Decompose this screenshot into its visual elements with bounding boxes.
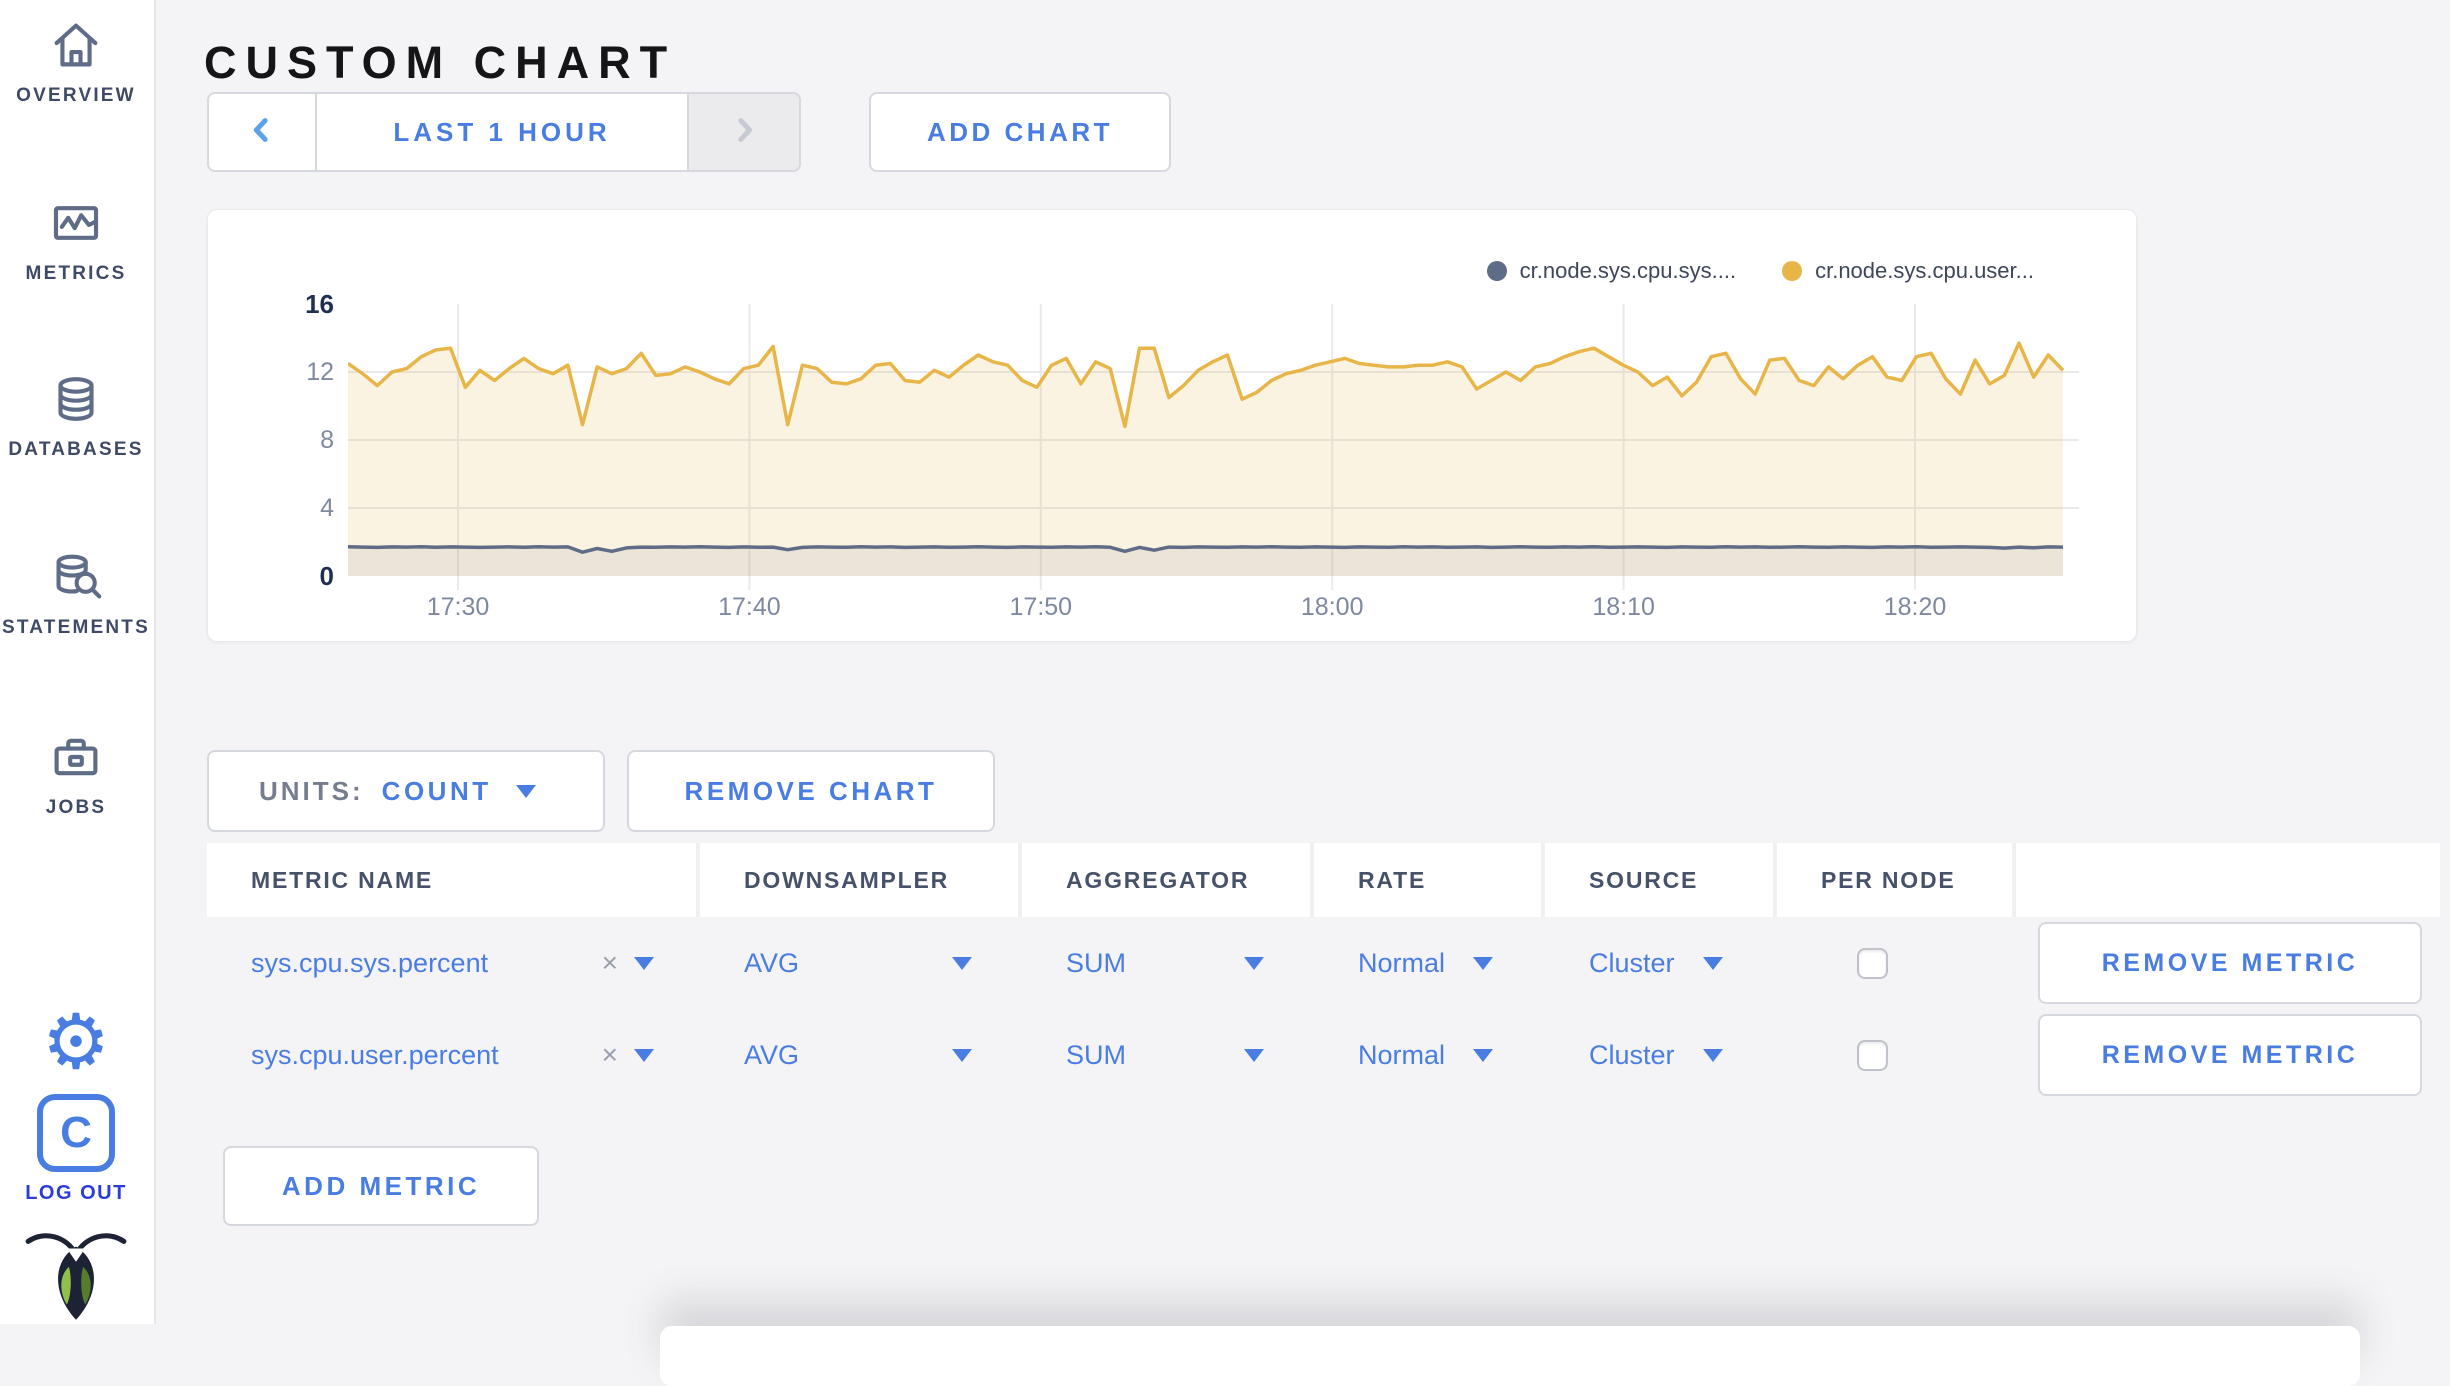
chevron-down-icon[interactable] bbox=[634, 956, 654, 970]
aggregator-value[interactable]: SUM bbox=[1066, 1040, 1126, 1071]
clear-metric-x-icon[interactable]: × bbox=[602, 1039, 618, 1071]
units-value: COUNT bbox=[381, 775, 492, 806]
column-header-metric-name: METRIC NAME bbox=[207, 843, 700, 917]
custom-chart-card: cr.node.sys.cpu.sys.... cr.node.sys.cpu.… bbox=[207, 209, 2137, 642]
time-range-prev-button[interactable] bbox=[209, 94, 315, 170]
chevron-down-icon[interactable] bbox=[1244, 1048, 1264, 1062]
chevron-down-icon[interactable] bbox=[1473, 956, 1494, 970]
sidebar-item-statements[interactable]: STATEMENTS bbox=[0, 546, 152, 639]
units-dropdown[interactable]: UNITS: COUNT bbox=[207, 750, 605, 832]
cockroach-bug-logo-icon bbox=[0, 1228, 152, 1322]
remove-chart-button[interactable]: REMOVE CHART bbox=[627, 750, 995, 832]
units-label: UNITS: bbox=[259, 775, 364, 806]
y-axis-tick-label: 12 bbox=[306, 358, 334, 386]
chevron-down-icon[interactable] bbox=[1473, 1048, 1494, 1062]
metric-name-value[interactable]: sys.cpu.user.percent bbox=[251, 1040, 499, 1071]
database-icon bbox=[45, 368, 107, 430]
metrics-icon bbox=[45, 192, 107, 254]
y-axis-tick-label: 0 bbox=[319, 561, 334, 591]
x-axis-tick-label: 18:00 bbox=[1300, 593, 1364, 621]
sidebar: OVERVIEW METRICS DATABASES STATEMENTS JO… bbox=[0, 0, 156, 1324]
chevron-down-icon[interactable] bbox=[1702, 1048, 1723, 1062]
column-header-source: SOURCE bbox=[1545, 843, 1777, 917]
table-header-row: METRIC NAME DOWNSAMPLER AGGREGATOR RATE … bbox=[207, 843, 2440, 917]
column-header-per-node: PER NODE bbox=[1777, 843, 2016, 917]
time-range-next-button[interactable] bbox=[689, 94, 799, 170]
chevron-right-icon bbox=[729, 115, 759, 150]
legend-item[interactable]: cr.node.sys.cpu.user... bbox=[1782, 258, 2034, 284]
sidebar-item-label: METRICS bbox=[25, 263, 127, 284]
time-range-selector: LAST 1 HOUR bbox=[207, 92, 801, 172]
line-chart-plot[interactable] bbox=[348, 304, 2079, 604]
remove-metric-button[interactable]: REMOVE METRIC bbox=[2038, 1014, 2422, 1096]
x-axis-tick-label: 18:10 bbox=[1592, 593, 1655, 621]
legend-item[interactable]: cr.node.sys.cpu.sys.... bbox=[1486, 258, 1737, 284]
page-title: CUSTOM CHART bbox=[204, 37, 677, 89]
legend-dot-icon bbox=[1486, 261, 1507, 281]
column-header-downsampler: DOWNSAMPLER bbox=[700, 843, 1022, 917]
add-metric-button[interactable]: ADD METRIC bbox=[223, 1146, 539, 1226]
next-card-shadow bbox=[660, 1326, 2360, 1386]
sidebar-item-label: OVERVIEW bbox=[16, 85, 136, 106]
remove-metric-button[interactable]: REMOVE METRIC bbox=[2038, 922, 2422, 1004]
sidebar-item-label: STATEMENTS bbox=[2, 617, 150, 638]
per-node-checkbox[interactable] bbox=[1857, 1039, 1888, 1071]
metric-name-value[interactable]: sys.cpu.sys.percent bbox=[251, 948, 488, 979]
chevron-left-icon bbox=[247, 115, 277, 150]
time-range-value[interactable]: LAST 1 HOUR bbox=[315, 94, 689, 170]
table-row: sys.cpu.user.percent × AVG SUM Normal Cl… bbox=[207, 1009, 2440, 1101]
y-axis-tick-label: 8 bbox=[320, 426, 334, 454]
statements-icon bbox=[45, 546, 107, 608]
table-row: sys.cpu.sys.percent × AVG SUM Normal Clu… bbox=[207, 917, 2440, 1009]
sidebar-item-databases[interactable]: DATABASES bbox=[0, 368, 152, 461]
gear-icon: ⚙ bbox=[41, 997, 111, 1086]
sidebar-item-jobs[interactable]: JOBS bbox=[0, 726, 152, 819]
y-axis-tick-label: 16 bbox=[305, 289, 334, 319]
x-axis-tick-label: 18:20 bbox=[1883, 593, 1947, 621]
settings-button[interactable]: ⚙ bbox=[0, 1004, 152, 1080]
cockroach-c-logo-icon: C bbox=[37, 1094, 115, 1172]
downsampler-value[interactable]: AVG bbox=[744, 948, 799, 979]
chart-legend: cr.node.sys.cpu.sys.... cr.node.sys.cpu.… bbox=[1486, 258, 2034, 284]
x-axis-tick-label: 17:40 bbox=[718, 593, 781, 621]
sidebar-item-overview[interactable]: OVERVIEW bbox=[0, 14, 152, 107]
logout-label: LOG OUT bbox=[25, 1182, 127, 1204]
source-value[interactable]: Cluster bbox=[1589, 948, 1675, 979]
legend-dot-icon bbox=[1782, 261, 1803, 281]
aggregator-value[interactable]: SUM bbox=[1066, 948, 1126, 979]
logout-button[interactable]: C LOG OUT bbox=[0, 1094, 152, 1205]
column-header-actions bbox=[2016, 843, 2440, 917]
per-node-checkbox[interactable] bbox=[1857, 947, 1888, 979]
downsampler-value[interactable]: AVG bbox=[744, 1040, 799, 1071]
sidebar-item-label: JOBS bbox=[45, 797, 107, 818]
legend-label: cr.node.sys.cpu.sys.... bbox=[1519, 258, 1737, 283]
sidebar-item-label: DATABASES bbox=[8, 439, 144, 460]
chevron-down-icon bbox=[515, 784, 536, 798]
chevron-down-icon[interactable] bbox=[634, 1048, 654, 1062]
chevron-down-icon[interactable] bbox=[1702, 956, 1723, 970]
chevron-down-icon[interactable] bbox=[1244, 956, 1264, 970]
y-axis-tick-label: 4 bbox=[320, 494, 334, 522]
chevron-down-icon[interactable] bbox=[952, 956, 972, 970]
add-chart-button[interactable]: ADD CHART bbox=[869, 92, 1171, 172]
metrics-table: METRIC NAME DOWNSAMPLER AGGREGATOR RATE … bbox=[207, 843, 2440, 1101]
column-header-rate: RATE bbox=[1314, 843, 1545, 917]
home-icon bbox=[45, 14, 107, 76]
briefcase-icon bbox=[45, 726, 107, 788]
rate-value[interactable]: Normal bbox=[1358, 1040, 1445, 1071]
x-axis-tick-label: 17:50 bbox=[1009, 593, 1073, 621]
x-axis-tick-label: 17:30 bbox=[426, 593, 490, 621]
rate-value[interactable]: Normal bbox=[1358, 948, 1445, 979]
legend-label: cr.node.sys.cpu.user... bbox=[1815, 258, 2034, 283]
chevron-down-icon[interactable] bbox=[952, 1048, 972, 1062]
column-header-aggregator: AGGREGATOR bbox=[1022, 843, 1314, 917]
source-value[interactable]: Cluster bbox=[1589, 1040, 1675, 1071]
sidebar-item-metrics[interactable]: METRICS bbox=[0, 192, 152, 285]
clear-metric-x-icon[interactable]: × bbox=[602, 947, 618, 979]
